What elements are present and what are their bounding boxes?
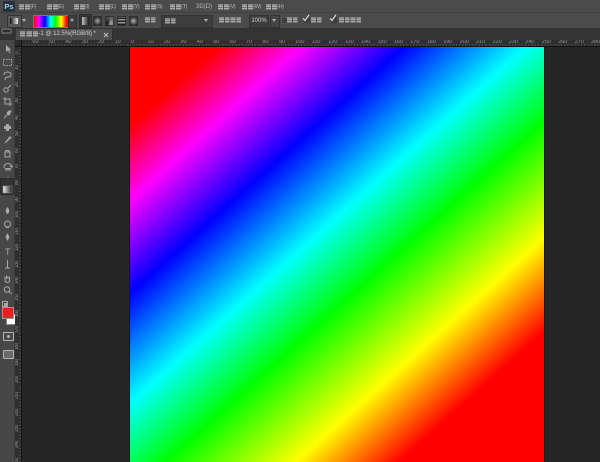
svg-text:T: T	[5, 247, 11, 257]
